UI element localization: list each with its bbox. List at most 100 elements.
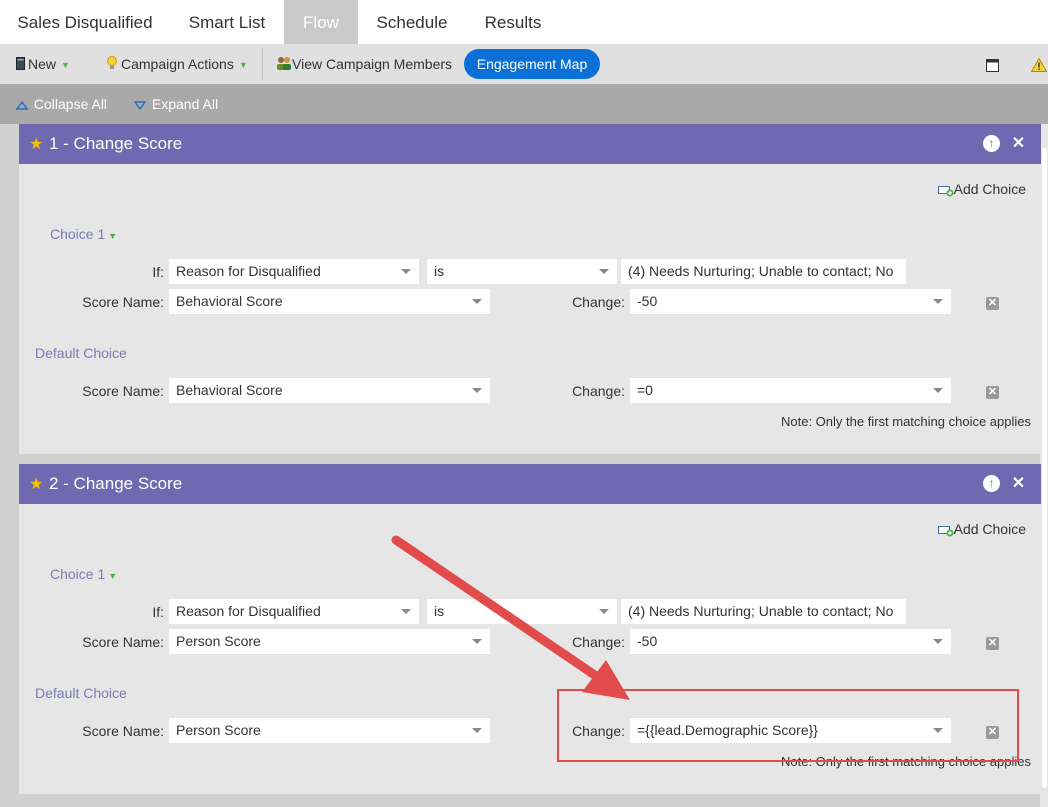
annotation-highlight-box (557, 689, 1019, 762)
add-choice-button[interactable]: Add Choice (937, 181, 1026, 197)
dropdown-arrow-icon (472, 299, 482, 304)
toolbar-divider (262, 48, 263, 80)
warning-icon (1030, 56, 1048, 73)
tab-bar: Sales Disqualified Smart List Flow Sched… (0, 0, 1048, 44)
new-label: New (28, 56, 57, 72)
delete-default-choice-icon[interactable]: ✕ (986, 386, 999, 399)
collapse-all-button[interactable]: Collapse All (15, 84, 107, 124)
score-name-select[interactable]: Person Score (169, 629, 490, 654)
warning-icon-button[interactable] (1030, 44, 1048, 84)
default-score-name-value: Person Score (176, 722, 261, 738)
add-choice-label: Add Choice (953, 181, 1026, 197)
score-name-select[interactable]: Behavioral Score (169, 289, 490, 314)
engagement-map-button[interactable]: Engagement Map (464, 49, 600, 79)
lightbulb-icon (106, 45, 118, 85)
move-up-icon[interactable]: ↑ (983, 135, 1000, 152)
dropdown-arrow-icon (472, 728, 482, 733)
score-name-value: Behavioral Score (176, 293, 283, 309)
change-value: -50 (637, 293, 658, 309)
view-campaign-members-button[interactable]: View Campaign Members (276, 44, 452, 84)
scrollbar-thumb[interactable] (1042, 148, 1047, 788)
if-attribute-select[interactable]: Reason for Disqualified (169, 599, 419, 624)
first-match-note: Note: Only the first matching choice app… (780, 414, 1031, 429)
choice-1-menu[interactable]: Choice 1 ▼ (50, 226, 117, 242)
expand-all-label: Expand All (151, 96, 219, 112)
default-score-name-value: Behavioral Score (176, 382, 283, 398)
expand-icon (133, 96, 152, 112)
campaign-actions-label: Campaign Actions (121, 56, 234, 72)
flow-subtoolbar: Collapse All Expand All (0, 84, 1048, 124)
step-header[interactable]: ★ 1 - Change Score ↑ ✕ (19, 124, 1041, 164)
window-icon-button[interactable] (986, 44, 999, 84)
dropdown-arrow-icon (933, 388, 943, 393)
tab-results[interactable]: Results (466, 0, 560, 44)
view-campaign-members-label: View Campaign Members (292, 56, 453, 72)
choice-label: Choice 1 (50, 226, 106, 242)
step-title: 2 - Change Score (49, 474, 183, 493)
default-change-value: =0 (637, 382, 653, 398)
move-up-icon[interactable]: ↑ (983, 475, 1000, 492)
score-name-label: Score Name: (82, 294, 164, 310)
chevron-down-icon: ▼ (108, 231, 118, 241)
change-value-select[interactable]: -50 (630, 629, 951, 654)
step-header[interactable]: ★ 2 - Change Score ↑ ✕ (19, 464, 1041, 504)
dropdown-arrow-icon (599, 609, 609, 614)
default-choice-label: Default Choice (35, 685, 127, 701)
dropdown-arrow-icon (472, 388, 482, 393)
if-label: If: (152, 604, 164, 620)
change-label: Change: (572, 383, 625, 399)
flow-step-1: ★ 1 - Change Score ↑ ✕ Add Choice Choice… (19, 124, 1041, 454)
campaign-actions-menu[interactable]: Campaign Actions ▼ (106, 44, 248, 84)
delete-choice-icon[interactable]: ✕ (986, 297, 999, 310)
score-name-label: Score Name: (82, 383, 164, 399)
default-score-name-select[interactable]: Person Score (169, 718, 490, 743)
tab-sales-disqualified[interactable]: Sales Disqualified (0, 0, 170, 44)
tab-schedule[interactable]: Schedule (358, 0, 466, 44)
tab-smart-list[interactable]: Smart List (170, 0, 284, 44)
change-value-select[interactable]: -50 (630, 289, 951, 314)
change-label: Change: (572, 634, 625, 650)
default-choice-label: Default Choice (35, 345, 127, 361)
tab-flow[interactable]: Flow (284, 0, 358, 44)
if-attribute-select[interactable]: Reason for Disqualified (169, 259, 419, 284)
dropdown-arrow-icon (599, 269, 609, 274)
delete-choice-icon[interactable]: ✕ (986, 637, 999, 650)
choice-label: Choice 1 (50, 566, 106, 582)
dropdown-arrow-icon (933, 299, 943, 304)
dropdown-arrow-icon (401, 609, 411, 614)
expand-all-button[interactable]: Expand All (133, 84, 219, 124)
score-name-label: Score Name: (82, 723, 164, 739)
if-operator-select[interactable]: is (427, 599, 617, 624)
if-value-input[interactable]: (4) Needs Nurturing; Unable to contact; … (621, 599, 906, 624)
window-icon (986, 56, 999, 72)
score-name-value: Person Score (176, 633, 261, 649)
change-label: Change: (572, 294, 625, 310)
step-title: 1 - Change Score (49, 134, 183, 153)
change-value: -50 (637, 633, 658, 649)
add-choice-button[interactable]: Add Choice (937, 521, 1026, 537)
collapse-icon (15, 96, 34, 112)
score-name-label: Score Name: (82, 634, 164, 650)
people-icon (276, 45, 292, 85)
star-icon: ★ (29, 476, 44, 493)
chevron-down-icon: ▼ (61, 60, 70, 71)
add-choice-label: Add Choice (953, 521, 1026, 537)
if-operator-value: is (434, 603, 445, 619)
if-label: If: (152, 264, 164, 280)
if-operator-value: is (434, 263, 445, 279)
add-choice-icon (937, 521, 954, 537)
default-score-name-select[interactable]: Behavioral Score (169, 378, 490, 403)
dropdown-arrow-icon (472, 639, 482, 644)
close-icon[interactable]: ✕ (1010, 135, 1027, 152)
new-menu[interactable]: New ▼ (16, 44, 70, 84)
dropdown-arrow-icon (401, 269, 411, 274)
star-icon: ★ (29, 136, 44, 153)
if-operator-select[interactable]: is (427, 259, 617, 284)
if-value-input[interactable]: (4) Needs Nurturing; Unable to contact; … (621, 259, 906, 284)
chevron-down-icon: ▼ (108, 571, 118, 581)
choice-1-menu[interactable]: Choice 1 ▼ (50, 566, 117, 582)
default-change-value-select[interactable]: =0 (630, 378, 951, 403)
close-icon[interactable]: ✕ (1010, 475, 1027, 492)
chevron-down-icon: ▼ (238, 60, 248, 71)
add-choice-icon (937, 181, 954, 197)
